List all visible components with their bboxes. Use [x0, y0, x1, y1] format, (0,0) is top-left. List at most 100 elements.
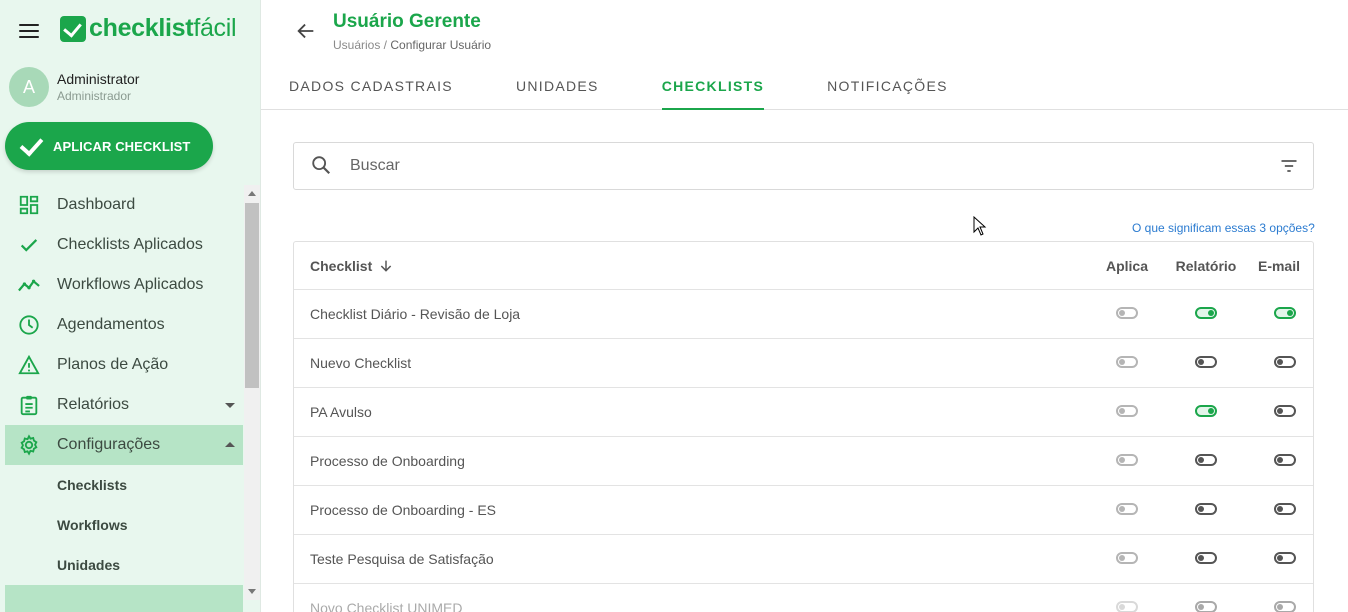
user-name: Administrator: [57, 71, 140, 87]
user-role: Administrador: [57, 89, 132, 103]
email-toggle[interactable]: [1274, 405, 1296, 417]
table-row: Processo de Onboarding - ES: [294, 486, 1313, 535]
table-row: Teste Pesquisa de Satisfação: [294, 535, 1313, 584]
mouse-cursor-icon: [973, 216, 987, 236]
menu-icon[interactable]: [19, 24, 39, 40]
user-info: Administrator Administrador: [57, 70, 139, 104]
logo[interactable]: checklistfácil: [60, 14, 237, 43]
sidebar-item-workflows-aplicados[interactable]: Workflows Aplicados: [5, 265, 243, 305]
relatorio-toggle[interactable]: [1195, 356, 1217, 368]
sidebar-item-label: Dashboard: [57, 196, 136, 213]
search-icon: [310, 154, 334, 178]
breadcrumb-parent[interactable]: Usuários /: [333, 38, 387, 52]
trend-icon: [17, 273, 41, 297]
column-checklist[interactable]: Checklist: [310, 258, 394, 274]
sidebar-item-label: Configurações: [57, 436, 161, 453]
aplica-toggle[interactable]: [1116, 601, 1138, 612]
scroll-down-icon[interactable]: [248, 589, 256, 594]
column-checklist-label: Checklist: [310, 257, 373, 274]
sidebar-item-configuracoes[interactable]: Configurações: [5, 425, 243, 465]
search-box: [293, 142, 1314, 190]
checklists-table: Checklist Aplica Relatório E-mail Checkl…: [293, 241, 1314, 612]
email-toggle[interactable]: [1274, 601, 1296, 612]
filter-icon[interactable]: [1279, 156, 1299, 176]
sidebar-header: checklistfácil: [0, 0, 260, 60]
tab-unidades[interactable]: UNIDADES: [516, 72, 599, 110]
column-aplica: Aplica: [1105, 257, 1148, 274]
checklist-name: Teste Pesquisa de Satisfação: [310, 551, 494, 567]
sidebar-nav: Dashboard Checklists Aplicados Workflows…: [5, 185, 243, 612]
email-toggle[interactable]: [1274, 307, 1296, 319]
sidebar-item-checklists-aplicados[interactable]: Checklists Aplicados: [5, 225, 243, 265]
scroll-thumb[interactable]: [245, 203, 259, 388]
check-icon: [17, 233, 41, 257]
checklist-name: Checklist Diário - Revisão de Loja: [310, 306, 521, 322]
scroll-up-icon[interactable]: [248, 191, 256, 196]
sort-arrow-down-icon[interactable]: [378, 258, 394, 274]
tab-dados-cadastrais[interactable]: DADOS CADASTRAIS: [289, 72, 453, 110]
table-header: Checklist Aplica Relatório E-mail: [294, 242, 1313, 290]
checklist-name: Processo de Onboarding: [310, 453, 465, 469]
sidebar-item-label: Checklists Aplicados: [57, 236, 203, 253]
email-toggle[interactable]: [1274, 356, 1296, 368]
table-row: Novo Checklist UNIMED: [294, 584, 1313, 612]
app-root: checklistfácil A Administrator Administr…: [0, 0, 1348, 612]
apply-checklist-button[interactable]: APLICAR CHECKLIST: [5, 122, 213, 170]
sidebar-subitem-unidades[interactable]: Unidades: [5, 545, 243, 585]
aplica-toggle[interactable]: [1116, 503, 1138, 515]
warning-icon: [17, 353, 41, 377]
checklist-name: PA Avulso: [310, 404, 372, 420]
email-toggle[interactable]: [1274, 552, 1296, 564]
table-row: Processo de Onboarding: [294, 437, 1313, 486]
aplica-toggle[interactable]: [1116, 405, 1138, 417]
search-input[interactable]: [350, 157, 1279, 175]
breadcrumb-current: Configurar Usuário: [390, 38, 492, 52]
clock-icon: [17, 313, 41, 337]
sidebar-item-label: Relatórios: [57, 396, 130, 413]
relatorio-toggle[interactable]: [1195, 405, 1217, 417]
sidebar-subitem-workflows[interactable]: Workflows: [5, 505, 243, 545]
relatorio-toggle[interactable]: [1195, 503, 1217, 515]
sidebar-item-label: Workflows Aplicados: [57, 276, 204, 293]
table-row: Nuevo Checklist: [294, 339, 1313, 388]
aplica-toggle[interactable]: [1116, 307, 1138, 319]
aplica-toggle[interactable]: [1116, 552, 1138, 564]
email-toggle[interactable]: [1274, 454, 1296, 466]
user-profile[interactable]: A Administrator Administrador: [9, 67, 139, 107]
sidebar-item-dashboard[interactable]: Dashboard: [5, 185, 243, 225]
sidebar-item-agendamentos[interactable]: Agendamentos: [5, 305, 243, 345]
chevron-up-icon: [225, 442, 235, 447]
sidebar-item-relatorios[interactable]: Relatórios: [5, 385, 243, 425]
tab-notificacoes[interactable]: NOTIFICAÇÕES: [827, 72, 948, 110]
chevron-down-icon: [225, 403, 235, 408]
sidebar-scrollbar[interactable]: [244, 185, 260, 600]
aplica-toggle[interactable]: [1116, 356, 1138, 368]
relatorio-toggle[interactable]: [1195, 552, 1217, 564]
relatorio-toggle[interactable]: [1195, 601, 1217, 612]
breadcrumb: Usuários / Configurar Usuário: [333, 38, 491, 52]
tab-bar: DADOS CADASTRAIS UNIDADES CHECKLISTS NOT…: [289, 72, 1011, 110]
apply-checklist-label: APLICAR CHECKLIST: [53, 138, 191, 154]
table-row: Checklist Diário - Revisão de Loja: [294, 290, 1313, 339]
email-toggle[interactable]: [1274, 503, 1296, 515]
checklist-name: Nuevo Checklist: [310, 355, 412, 371]
dashboard-icon: [17, 193, 41, 217]
checklist-name: Processo de Onboarding - ES: [310, 502, 496, 518]
main-content: Usuário Gerente Usuários / Configurar Us…: [261, 0, 1348, 612]
tab-checklists[interactable]: CHECKLISTS: [661, 72, 765, 110]
sidebar-item-planos-de-acao[interactable]: Planos de Ação: [5, 345, 243, 385]
check-icon: [19, 134, 43, 158]
sidebar-subitem-checklists[interactable]: Checklists: [5, 465, 243, 505]
logo-check-icon: [60, 15, 86, 42]
relatorio-toggle[interactable]: [1195, 307, 1217, 319]
checklist-name: Novo Checklist UNIMED: [310, 600, 463, 612]
relatorio-toggle[interactable]: [1195, 454, 1217, 466]
aplica-toggle[interactable]: [1116, 454, 1138, 466]
logo-text: checklistfácil: [89, 14, 237, 42]
back-arrow-icon[interactable]: [295, 20, 317, 42]
sidebar-item-label: Planos de Ação: [57, 356, 169, 373]
clipboard-icon: [17, 393, 41, 417]
sidebar-subitem-selected[interactable]: [5, 585, 243, 612]
sidebar-item-label: Agendamentos: [57, 316, 165, 333]
help-link[interactable]: O que significam essas 3 opções?: [1132, 221, 1315, 235]
